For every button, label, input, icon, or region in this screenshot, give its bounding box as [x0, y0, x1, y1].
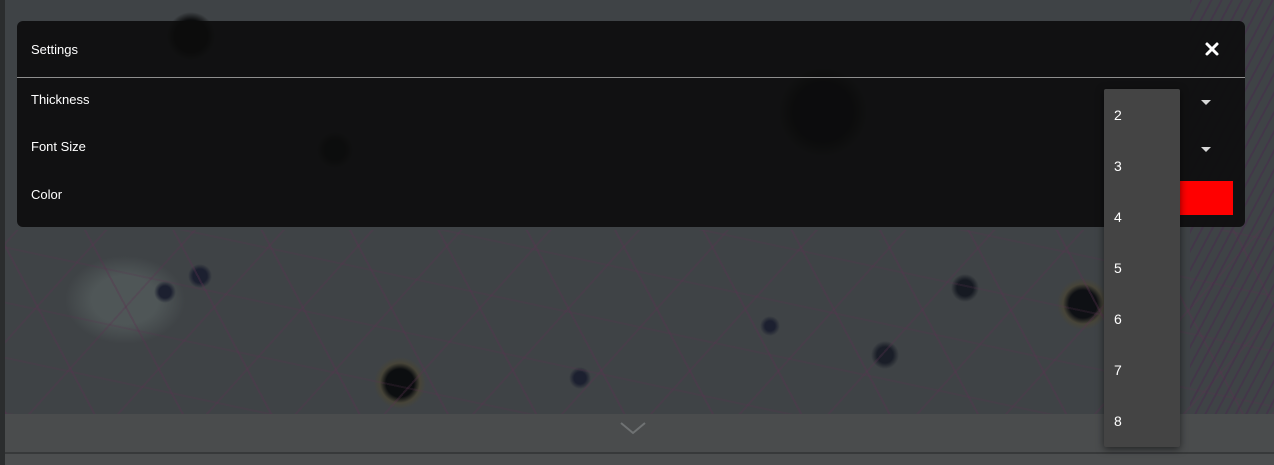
dropdown-option-8[interactable]: 8 [1114, 408, 1174, 434]
close-icon[interactable] [1200, 37, 1224, 61]
color-swatch[interactable] [1175, 181, 1233, 215]
tissue-texture [5, 230, 1274, 414]
dropdown-option-4[interactable]: 4 [1114, 204, 1174, 230]
dropdown-option-2[interactable]: 2 [1114, 102, 1174, 128]
settings-panel: Settings Thickness Font Size Color [17, 21, 1245, 227]
bottom-strip [5, 454, 1274, 465]
thickness-label: Thickness [31, 92, 90, 107]
dropdown-option-6[interactable]: 6 [1114, 306, 1174, 332]
caret-down-icon[interactable] [1200, 145, 1212, 153]
caret-down-icon[interactable] [1200, 98, 1212, 106]
dropdown-option-3[interactable]: 3 [1114, 153, 1174, 179]
thickness-dropdown-list[interactable]: 2 3 4 5 6 7 8 [1104, 89, 1180, 447]
chevron-down-icon[interactable] [618, 420, 648, 436]
settings-title: Settings [31, 42, 78, 57]
dropdown-option-5[interactable]: 5 [1114, 255, 1174, 281]
settings-header: Settings [17, 21, 1245, 77]
settings-divider [17, 77, 1245, 78]
slide-viewer[interactable]: Settings Thickness Font Size Color 2 3 4… [0, 0, 1274, 465]
dropdown-option-7[interactable]: 7 [1114, 357, 1174, 383]
color-label: Color [31, 187, 63, 202]
font-size-label: Font Size [31, 139, 86, 154]
